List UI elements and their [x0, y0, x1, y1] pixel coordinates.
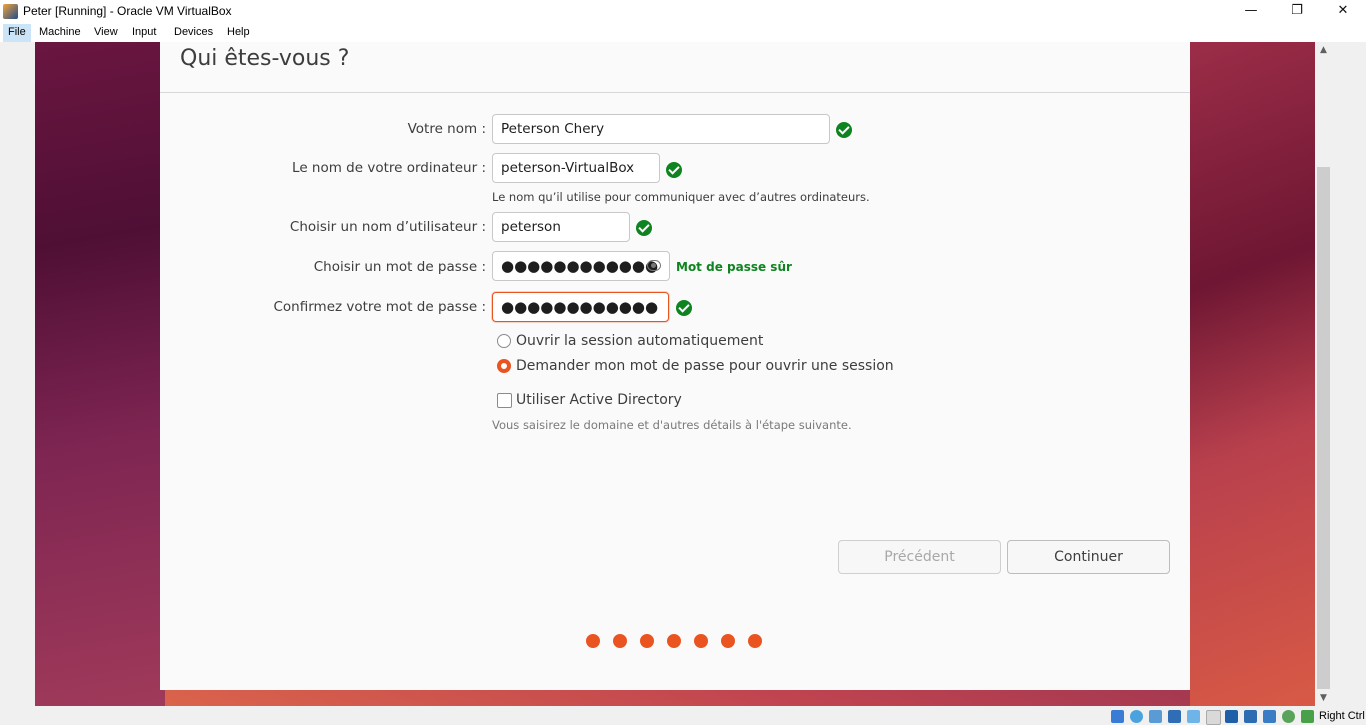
require-password-radio[interactable] [497, 359, 511, 373]
wallpaper-right [1190, 42, 1315, 706]
password-field[interactable]: ●●●●●●●●●●●● [492, 251, 670, 281]
progress-dot-1 [586, 634, 600, 648]
title-divider [160, 92, 1190, 93]
restore-button[interactable]: ❐ [1274, 0, 1320, 24]
progress-dot-4 [667, 634, 681, 648]
optical-drive-icon[interactable] [1130, 710, 1143, 723]
usb-icon[interactable] [1187, 710, 1200, 723]
progress-dot-3 [640, 634, 654, 648]
username-valid-icon [636, 220, 652, 236]
back-button[interactable]: Précédent [838, 540, 1001, 574]
scroll-thumb[interactable] [1317, 167, 1330, 689]
keyboard-capture-icon[interactable] [1301, 710, 1314, 723]
confirm-password-valid-icon [676, 300, 692, 316]
shared-folders-icon[interactable] [1206, 710, 1221, 725]
installer-dialog: Qui êtes-vous ? Votre nom : Peterson Che… [160, 42, 1190, 690]
cpu-icon[interactable] [1263, 710, 1276, 723]
display-icon[interactable] [1225, 710, 1238, 723]
menu-help[interactable]: Help [222, 24, 255, 42]
scroll-down-icon[interactable]: ▼ [1315, 690, 1332, 706]
password-label: Choisir un mot de passe : [313, 259, 486, 275]
active-directory-hint: Vous saisirez le domaine et d'autres dét… [492, 418, 852, 432]
computer-name-field[interactable]: peterson-VirtualBox [492, 153, 660, 183]
progress-dot-2 [613, 634, 627, 648]
vertical-scrollbar[interactable]: ▲ ▼ [1315, 42, 1332, 706]
require-password-label[interactable]: Demander mon mot de passe pour ouvrir un… [516, 358, 894, 374]
confirm-password-field[interactable]: ●●●●●●●●●●●● [492, 292, 669, 322]
menu-bar: File Machine View Input Devices Help [0, 24, 1366, 42]
progress-dot-6 [721, 634, 735, 648]
menu-devices[interactable]: Devices [169, 24, 218, 42]
vm-statusbar [0, 706, 1366, 725]
virtualbox-app-icon [3, 4, 18, 19]
active-directory-checkbox[interactable] [497, 393, 512, 408]
minimize-button[interactable]: — [1228, 0, 1274, 24]
confirm-password-label: Confirmez votre mot de passe : [273, 299, 487, 315]
name-field[interactable]: Peterson Chery [492, 114, 830, 144]
wallpaper-left [35, 42, 165, 706]
progress-dot-7 [748, 634, 762, 648]
name-label: Votre nom : [407, 121, 486, 137]
hard-disk-icon[interactable] [1111, 710, 1124, 723]
host-key-label: Right Ctrl [1319, 710, 1365, 722]
menu-file[interactable]: File [3, 24, 31, 42]
username-field[interactable]: peterson [492, 212, 630, 242]
menu-machine[interactable]: Machine [34, 24, 86, 42]
computer-name-label: Le nom de votre ordinateur : [292, 160, 486, 176]
password-value: ●●●●●●●●●●●● [501, 257, 659, 275]
close-button[interactable]: ✕ [1320, 0, 1366, 24]
mouse-integration-icon[interactable] [1282, 710, 1295, 723]
recording-icon[interactable] [1244, 710, 1257, 723]
page-title: Qui êtes-vous ? [180, 46, 350, 71]
auto-login-label[interactable]: Ouvrir la session automatiquement [516, 333, 763, 349]
menu-view[interactable]: View [89, 24, 123, 42]
audio-icon[interactable] [1149, 710, 1162, 723]
password-strength: Mot de passe sûr [676, 260, 792, 274]
scroll-up-icon[interactable]: ▲ [1315, 42, 1332, 58]
computer-name-valid-icon [666, 162, 682, 178]
progress-dot-5 [694, 634, 708, 648]
username-label: Choisir un nom d’utilisateur : [289, 219, 486, 235]
active-directory-label[interactable]: Utiliser Active Directory [516, 392, 682, 408]
window-titlebar: Peter [Running] - Oracle VM VirtualBox —… [0, 0, 1366, 24]
name-valid-icon [836, 122, 852, 138]
computer-name-hint: Le nom qu’il utilise pour communiquer av… [492, 190, 870, 204]
auto-login-radio[interactable] [497, 334, 511, 348]
show-password-eye-icon[interactable] [647, 260, 661, 271]
continue-button[interactable]: Continuer [1007, 540, 1170, 574]
menu-input[interactable]: Input [127, 24, 161, 42]
window-title: Peter [Running] - Oracle VM VirtualBox [23, 4, 232, 18]
network-icon[interactable] [1168, 710, 1181, 723]
